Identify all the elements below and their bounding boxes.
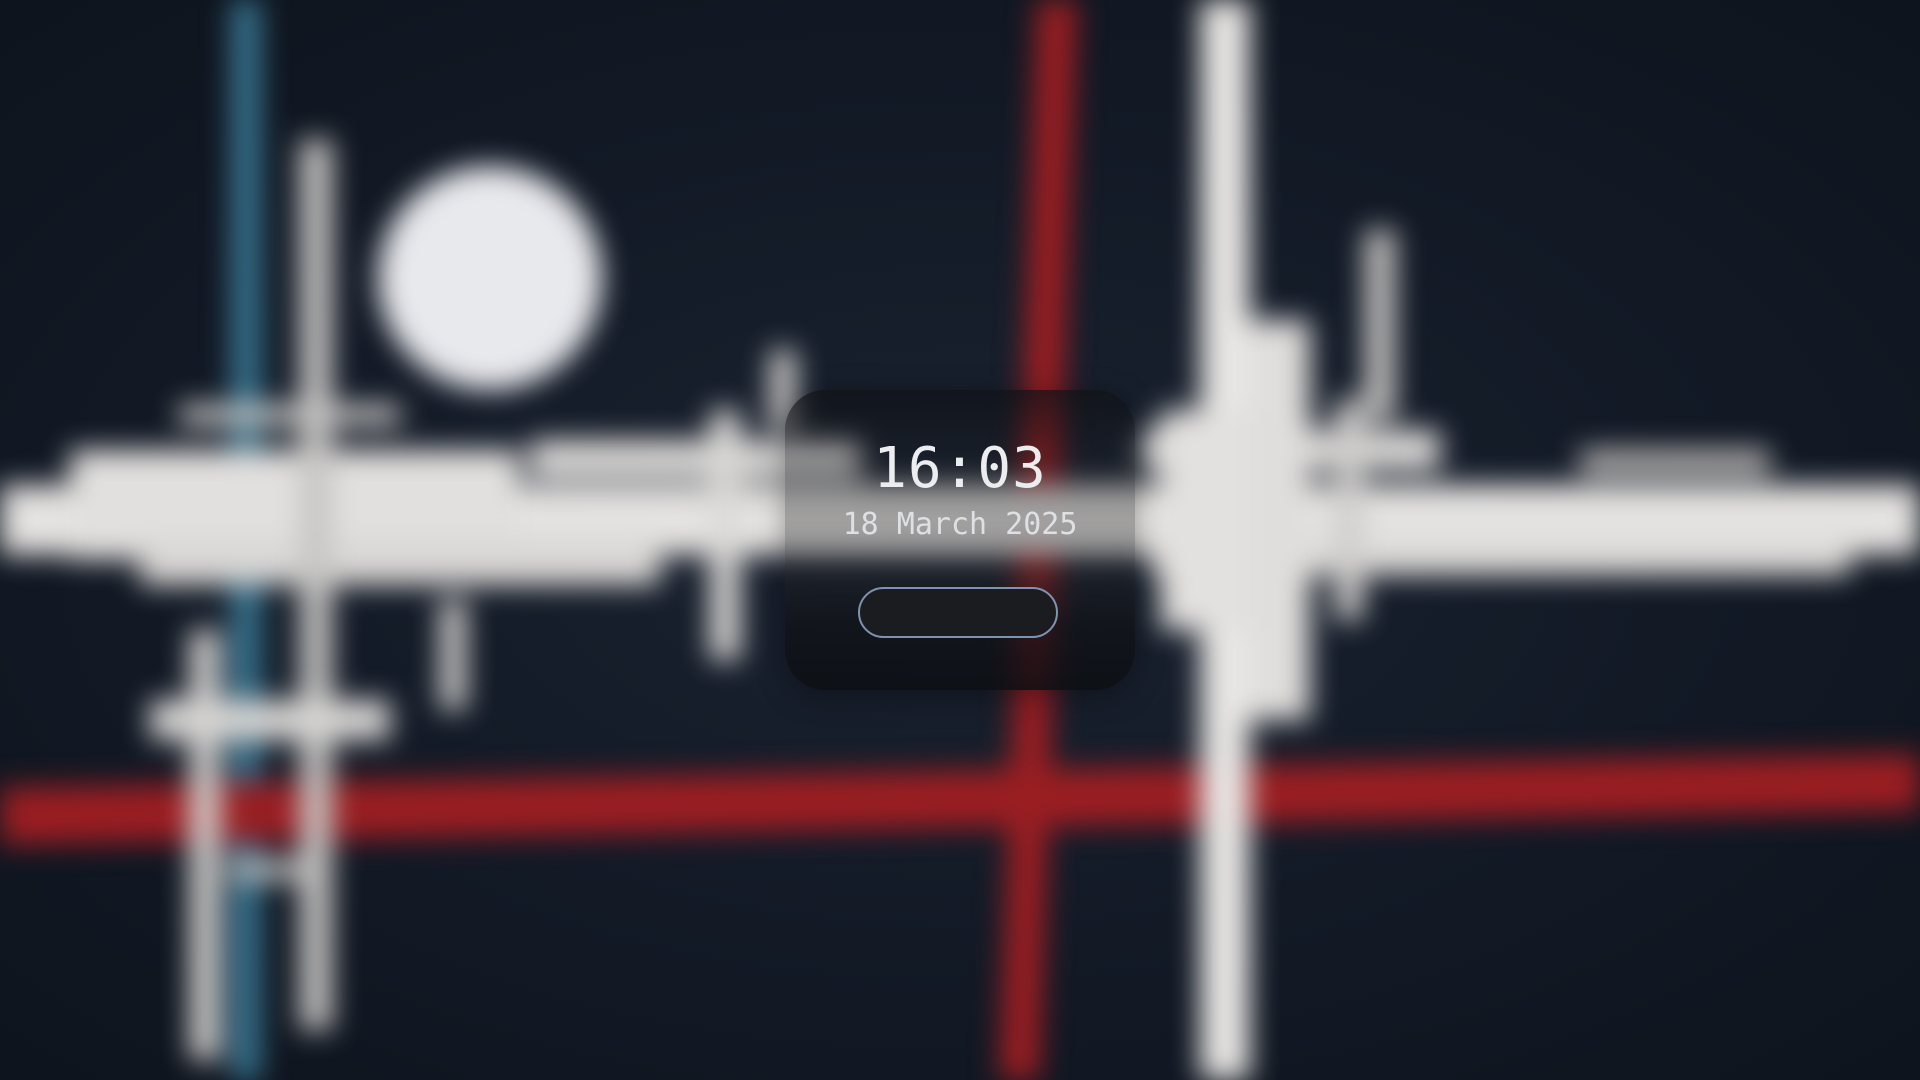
clock-time: 16:03	[873, 436, 1047, 501]
password-input[interactable]	[858, 587, 1058, 638]
clock-date: 18 March 2025	[842, 507, 1078, 542]
lock-card: 16:03 18 March 2025	[785, 390, 1135, 690]
